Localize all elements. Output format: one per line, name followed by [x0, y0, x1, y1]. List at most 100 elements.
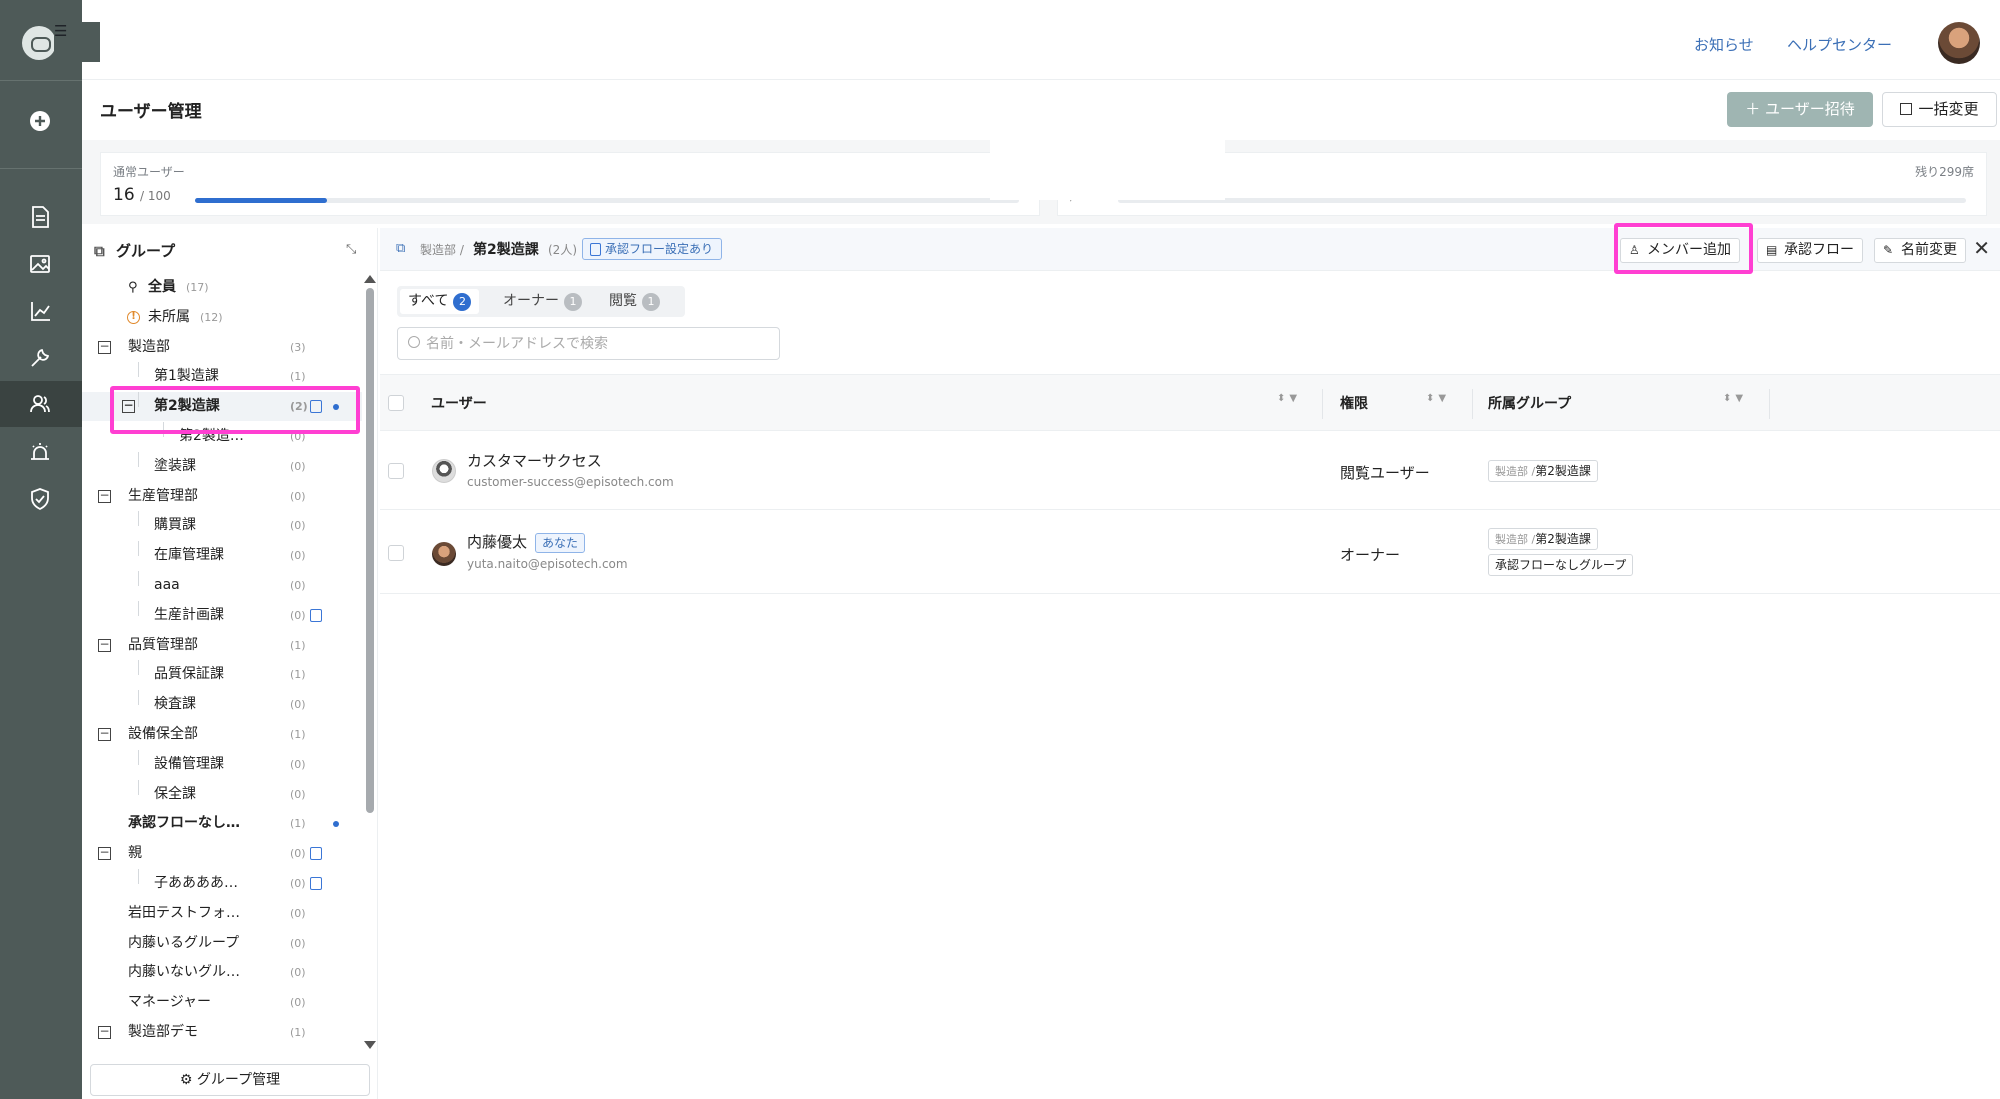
select-all-checkbox[interactable]	[388, 395, 404, 411]
tree-item[interactable]: − 親 (0)	[82, 839, 362, 868]
user-role: 閲覧ユーザー	[1340, 464, 1430, 482]
notice-link[interactable]: お知らせ	[1694, 34, 1754, 55]
tree-item[interactable]: 内藤いるグループ (0)	[82, 929, 362, 958]
seat-label: 通常ユーザー	[113, 165, 185, 179]
group-manage-label: グループ管理	[196, 1072, 281, 1088]
group-tag-parent: 製造部 /	[1495, 465, 1536, 478]
tree-item[interactable]: 生産計画課 (0)	[82, 600, 362, 630]
tree-item[interactable]: 第2製造… (0)	[82, 422, 362, 451]
tree-item[interactable]: 品質保証課 (1)	[82, 660, 362, 689]
tree-item-label: aaa	[154, 577, 180, 593]
tree-item[interactable]: − 第2製造課 (2)	[82, 392, 362, 422]
user-name[interactable]: 内藤優太 あなた	[467, 531, 586, 553]
tree-item[interactable]: 保全課 (0)	[82, 779, 362, 809]
search-input[interactable]	[426, 333, 766, 355]
tree-item[interactable]: 第1製造課 (1)	[82, 362, 362, 391]
document-icon[interactable]	[24, 201, 56, 233]
tree-item[interactable]: 設備管理課 (0)	[82, 749, 362, 779]
column-divider	[1472, 389, 1473, 419]
scroll-down-icon[interactable]	[364, 1041, 376, 1049]
help-center-link[interactable]: ヘルプセンター	[1787, 34, 1892, 55]
tree-item[interactable]: 塗装課 (0)	[82, 451, 362, 481]
tree-item[interactable]: − 設備保全部 (1)	[82, 720, 362, 749]
tree-item-label: 品質保証課	[154, 666, 224, 683]
row-checkbox[interactable]	[388, 545, 404, 561]
bulk-change-button[interactable]: 一括変更	[1882, 92, 1997, 127]
users-icon[interactable]	[0, 381, 82, 427]
tree-item[interactable]: 内藤いないグル… (0)	[82, 958, 362, 987]
tree-item[interactable]: 承認フローなし… (1)	[82, 809, 362, 838]
add-member-button[interactable]: ♙ メンバー追加	[1620, 238, 1740, 263]
tab-all[interactable]: すべて 2	[400, 289, 480, 314]
sort-filter-icon[interactable]: ⬍▼	[1426, 393, 1450, 404]
chart-icon[interactable]	[24, 295, 56, 327]
image-icon[interactable]	[24, 248, 56, 280]
add-circle-icon[interactable]	[24, 105, 56, 137]
user-avatar[interactable]	[1938, 22, 1980, 64]
tree-item-label: 塗装課	[154, 457, 196, 474]
column-header-role[interactable]: 権限	[1340, 393, 1368, 413]
alarm-icon[interactable]	[24, 436, 56, 468]
column-header-group[interactable]: 所属グループ	[1488, 393, 1571, 413]
tree-item[interactable]: aaa (0)	[82, 571, 362, 600]
tree-guide-line	[138, 451, 139, 467]
scrollbar-thumb[interactable]	[366, 288, 374, 813]
tree-item[interactable]: 検査課 (0)	[82, 690, 362, 719]
approval-flow-label: 承認フロー	[1784, 242, 1854, 258]
user-email: yuta.naito@episotech.com	[467, 557, 628, 571]
collapse-minus-icon[interactable]: −	[98, 846, 111, 861]
scroll-up-icon[interactable]	[364, 275, 376, 283]
breadcrumb-current: 第2製造課	[473, 242, 539, 258]
tree-item[interactable]: 在庫管理課 (0)	[82, 541, 362, 570]
tree-item[interactable]: − 品質管理部 (1)	[82, 631, 362, 660]
tree-item-count: (0)	[290, 459, 306, 473]
tree-item[interactable]: − 製造部 (3)	[82, 333, 362, 362]
tree-item[interactable]: ⚲ 全員 (17)	[82, 273, 362, 302]
search-icon	[408, 336, 420, 348]
tab-count-badge: 1	[564, 293, 582, 311]
sort-filter-icon[interactable]: ⬍▼	[1723, 393, 1747, 404]
tree-item[interactable]: マネージャー (0)	[82, 988, 362, 1017]
collapse-minus-icon[interactable]: −	[98, 638, 111, 652]
seat-progress-bar	[195, 198, 1019, 203]
all-users-icon: ⚲	[128, 280, 138, 295]
tree-item-label: 親	[128, 845, 142, 862]
collapse-minus-icon[interactable]: −	[98, 1025, 111, 1039]
tab-viewer[interactable]: 閲覧 1	[601, 289, 668, 314]
collapse-minus-icon[interactable]: −	[122, 399, 135, 414]
sort-filter-icon[interactable]: ⬍▼	[1277, 393, 1301, 404]
tree-item[interactable]: ! 未所属 (12)	[82, 303, 362, 332]
collapse-minus-icon[interactable]: −	[98, 489, 111, 503]
tree-item[interactable]: − 製造部デモ (1)	[82, 1018, 362, 1043]
breadcrumb-parent[interactable]: 製造部 /	[420, 241, 464, 258]
collapse-minus-icon[interactable]: −	[98, 727, 111, 741]
tree-item[interactable]: 購買課 (0)	[82, 511, 362, 540]
column-header-user[interactable]: ユーザー	[431, 393, 487, 413]
avatar	[432, 542, 456, 566]
wrench-icon[interactable]	[24, 342, 56, 374]
collapse-icon[interactable]: ⤡	[346, 242, 360, 257]
tree-item-label: 生産管理部	[128, 487, 198, 504]
table-row[interactable]: カスタマーサクセス customer-success@episotech.com…	[380, 432, 2000, 510]
tree-guide-line	[138, 690, 139, 706]
group-manage-button[interactable]: ⚙ グループ管理	[90, 1064, 370, 1096]
tab-label: 閲覧	[609, 293, 637, 309]
invite-user-button[interactable]: ＋ ユーザー招待	[1727, 92, 1873, 127]
table-row[interactable]: 内藤優太 あなた yuta.naito@episotech.com オーナー 製造…	[380, 510, 2000, 594]
user-email: customer-success@episotech.com	[467, 475, 674, 489]
app-logo-icon[interactable]	[22, 26, 56, 60]
tree-item[interactable]: 岩田テストフォ… (0)	[82, 899, 362, 928]
shield-check-icon[interactable]	[24, 483, 56, 515]
add-member-label: メンバー追加	[1647, 242, 1731, 258]
tree-item-count: (1)	[290, 370, 306, 384]
user-name[interactable]: カスタマーサクセス	[467, 450, 602, 471]
tree-item[interactable]: − 生産管理部 (0)	[82, 482, 362, 511]
tree-item[interactable]: 子ああああ… (0)	[82, 869, 362, 898]
group-header-bar: ⧉ 製造部 / 第2製造課 (2人) 承認フロー設定あり ♙ メンバー追加 ▤ 承認…	[380, 228, 2000, 271]
close-icon[interactable]: ✕	[1973, 236, 1990, 260]
tab-owner[interactable]: オーナー 1	[495, 289, 590, 314]
collapse-minus-icon[interactable]: −	[98, 340, 111, 354]
row-checkbox[interactable]	[388, 463, 404, 479]
approval-flow-button[interactable]: ▤ 承認フロー	[1757, 238, 1863, 263]
rename-button[interactable]: ✎ 名前変更	[1874, 238, 1966, 263]
